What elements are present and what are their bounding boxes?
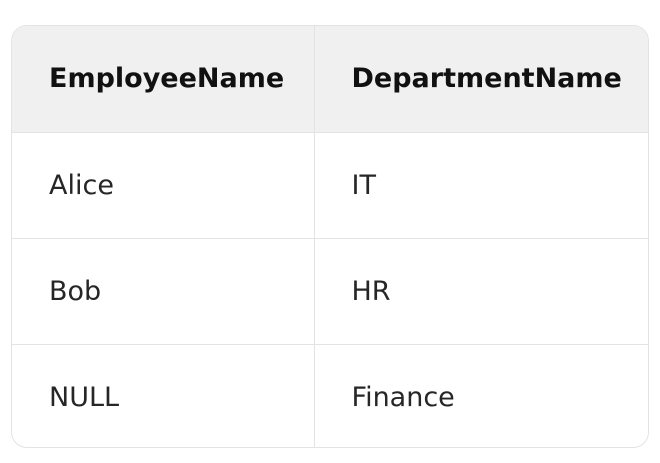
- table-row: Alice IT: [12, 132, 648, 239]
- cell-department-name: IT: [313, 132, 648, 239]
- table-row: Bob HR: [12, 238, 648, 345]
- table-body: Alice IT Bob HR NULL Finance: [12, 132, 648, 447]
- cell-department-name: Finance: [313, 344, 648, 447]
- column-header-department-name: DepartmentName: [313, 26, 648, 133]
- table-row: NULL Finance: [12, 344, 648, 447]
- cell-employee-name: Alice: [12, 132, 314, 239]
- column-header-employee-name: EmployeeName: [12, 26, 314, 133]
- header-row: EmployeeName DepartmentName: [12, 26, 648, 133]
- cell-department-name: HR: [313, 238, 648, 345]
- table-header: EmployeeName DepartmentName: [12, 26, 648, 133]
- cell-employee-name: NULL: [49, 381, 120, 413]
- cell-employee-name: Bob: [12, 238, 314, 345]
- results-table: EmployeeName DepartmentName Alice IT Bob…: [12, 26, 648, 447]
- results-table-container: EmployeeName DepartmentName Alice IT Bob…: [11, 25, 649, 448]
